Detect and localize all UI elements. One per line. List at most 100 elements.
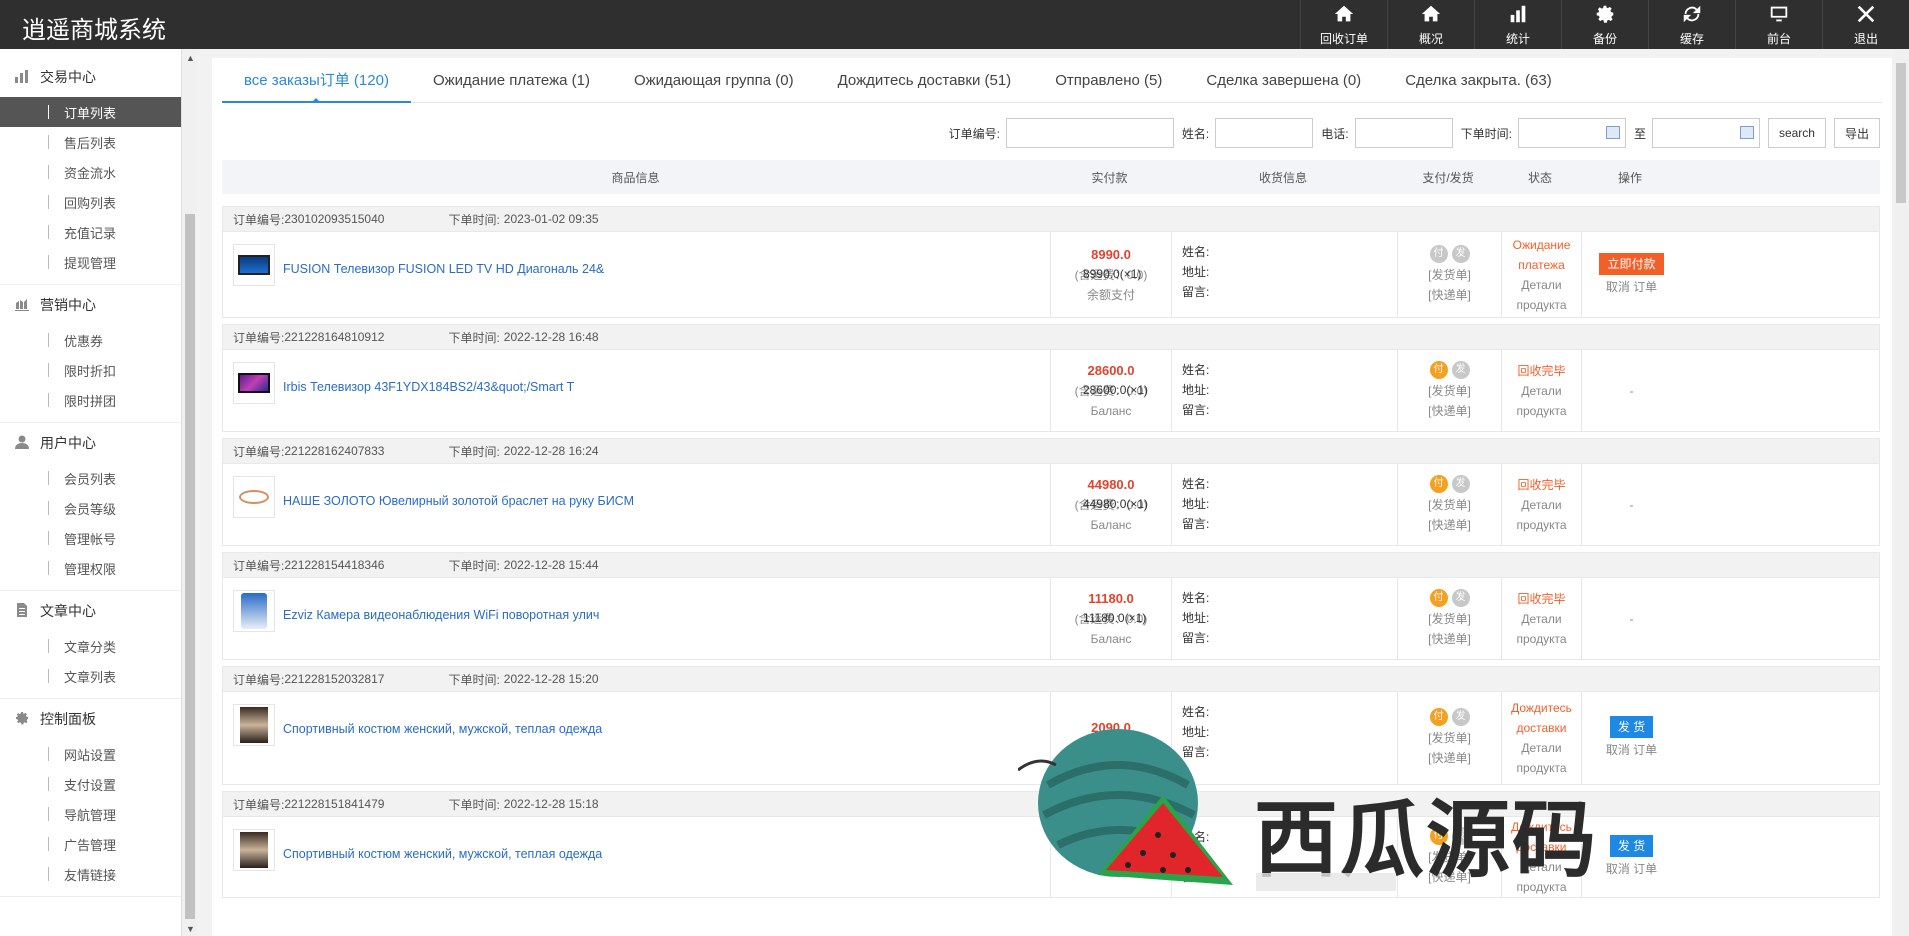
express-note-link[interactable]: [快递单] [1428, 401, 1471, 421]
ship-note-link[interactable]: [发货单] [1428, 495, 1471, 515]
receiver-name-label: 姓名: [1182, 245, 1210, 259]
product-details-link[interactable]: Детали продукта [1502, 609, 1581, 649]
order-action-link[interactable]: 取消 订单 [1606, 740, 1657, 760]
order-action-button[interactable]: 发 货 [1609, 716, 1654, 738]
scroll-down-icon[interactable]: ▼ [186, 924, 195, 934]
search-button[interactable]: search [1767, 118, 1826, 148]
order-action-link[interactable]: 取消 订单 [1606, 859, 1657, 879]
topnav-item-3[interactable]: 备份 [1561, 0, 1648, 49]
phone-input[interactable] [1354, 118, 1453, 148]
sidebar-item[interactable]: 文章分类 [0, 631, 181, 661]
topnav-item-1[interactable]: 概况 [1387, 0, 1474, 49]
sidebar-scroll-thumb[interactable] [185, 214, 195, 919]
product-name-link[interactable]: Спортивный костюм женский, мужской, тепл… [283, 847, 602, 861]
end-date-field[interactable] [1651, 118, 1760, 148]
tab-1[interactable]: Ожидание платежа (1) [411, 58, 612, 103]
ship-note-link[interactable]: [发货单] [1428, 728, 1471, 748]
product-details-link[interactable]: Детали продукта [1502, 857, 1581, 897]
tab-5[interactable]: Сделка завершена (0) [1184, 58, 1383, 103]
topnav-item-5[interactable]: 前台 [1735, 0, 1822, 49]
product-name-link[interactable]: НАШЕ ЗОЛОТО Ювелирный золотой браслет на… [283, 494, 634, 508]
product-thumbnail[interactable] [233, 590, 275, 632]
scroll-up-icon[interactable]: ▲ [186, 53, 195, 63]
sidebar-item[interactable]: 支付设置 [0, 769, 181, 799]
order-row: 订单编号: 230102093515040 下单时间: 2023-01-02 09:3… [222, 206, 1880, 318]
express-note-link[interactable]: [快递单] [1428, 629, 1471, 649]
sidebar-item[interactable]: 广告管理 [0, 829, 181, 859]
product-thumbnail[interactable] [233, 829, 275, 871]
order-action-button[interactable]: 立即付款 [1599, 252, 1664, 275]
tab-6[interactable]: Сделка закрыта. (63) [1383, 58, 1574, 103]
sidebar-item-label: 资金流水 [64, 165, 117, 181]
sidebar-scrollbar[interactable]: ▲ ▼ [183, 49, 197, 936]
sidebar-group-title[interactable]: 用户中心 [0, 423, 181, 463]
paid-amount: 2090.0 [1091, 720, 1131, 735]
sidebar-group-title[interactable]: 控制面板 [0, 699, 181, 739]
ship-note-link[interactable]: [发货单] [1428, 381, 1471, 401]
order-action-button[interactable]: 发 货 [1609, 835, 1654, 857]
order-row: 订单编号: 221228151841479 下单时间: 2022-12-28 15:1… [222, 791, 1880, 898]
sidebar-group-title[interactable]: 交易中心 [0, 57, 181, 97]
order-action-link[interactable]: 取消 订单 [1606, 277, 1657, 297]
topnav-item-2[interactable]: 统计 [1474, 0, 1561, 49]
product-thumbnail[interactable] [233, 704, 275, 746]
sidebar-item[interactable]: 导航管理 [0, 799, 181, 829]
topnav-item-4[interactable]: 缓存 [1648, 0, 1735, 49]
tab-0[interactable]: все заказы订单 (120) [222, 58, 411, 103]
ship-note-link[interactable]: [发货单] [1428, 609, 1471, 629]
sidebar-item[interactable]: 限时拼团 [0, 385, 181, 415]
tab-3[interactable]: Дождитесь доставки (51) [816, 58, 1034, 103]
sidebar-item[interactable]: 订单列表 [0, 97, 181, 127]
express-note-link[interactable]: [快递单] [1428, 515, 1471, 535]
name-input[interactable] [1215, 118, 1314, 148]
express-note-link[interactable]: [快递单] [1428, 748, 1471, 768]
product-details-link[interactable]: Детали продукта [1502, 738, 1581, 778]
product-name-link[interactable]: Спортивный костюм женский, мужской, тепл… [283, 722, 602, 736]
ship-note-link[interactable]: [发货单] [1428, 847, 1471, 867]
sidebar-item[interactable]: 网站设置 [0, 739, 181, 769]
sidebar-item[interactable]: 会员等级 [0, 493, 181, 523]
main-scrollbar[interactable] [1893, 49, 1909, 936]
sidebar-item[interactable]: 限时折扣 [0, 355, 181, 385]
sidebar-item[interactable]: 充值记录 [0, 217, 181, 247]
sidebar-item[interactable]: 管理权限 [0, 553, 181, 583]
product-details-link[interactable]: Детали продукта [1502, 495, 1581, 535]
sidebar-group-label: 营销中心 [40, 297, 96, 313]
product-thumbnail[interactable] [233, 244, 275, 286]
sidebar-group-title[interactable]: 文章中心 [0, 591, 181, 631]
sidebar-item[interactable]: 回购列表 [0, 187, 181, 217]
tab-4[interactable]: Отправлено (5) [1033, 58, 1184, 103]
order-action-link: - [1629, 611, 1634, 626]
product-details-link[interactable]: Детали продукта [1502, 275, 1581, 315]
sidebar-item[interactable]: 提现管理 [0, 247, 181, 277]
product-thumbnail[interactable] [233, 362, 275, 404]
sidebar-item[interactable]: 售后列表 [0, 127, 181, 157]
topnav-item-0[interactable]: 回收订单 [1300, 0, 1387, 49]
main-scroll-thumb[interactable] [1896, 63, 1906, 203]
product-name-link[interactable]: FUSION Телевизор FUSION LED TV HD Диагон… [283, 262, 604, 276]
tab-2[interactable]: Ожидающая группа (0) [612, 58, 816, 103]
order-no-input[interactable] [1005, 118, 1174, 148]
sidebar-item[interactable]: 会员列表 [0, 463, 181, 493]
export-button[interactable]: 导出 [1833, 118, 1880, 148]
sidebar-group-title[interactable]: 营销中心 [0, 285, 181, 325]
product-thumbnail[interactable] [233, 476, 275, 518]
sidebar-item-label: 订单列表 [64, 105, 117, 121]
express-note-link[interactable]: [快递单] [1428, 867, 1471, 887]
topnav-item-6[interactable]: 退出 [1822, 0, 1909, 49]
order-time-label: 下单时间: [448, 330, 500, 345]
express-note-link[interactable]: [快递单] [1428, 285, 1471, 305]
sidebar-item[interactable]: 文章列表 [0, 661, 181, 691]
sidebar-item[interactable]: 优惠券 [0, 325, 181, 355]
sidebar-item[interactable]: 资金流水 [0, 157, 181, 187]
sidebar-item[interactable]: 管理帐号 [0, 523, 181, 553]
product-name-link[interactable]: Ezviz Камера видеонаблюдения WiFi поворо… [283, 608, 599, 622]
sidebar-item[interactable]: 友情链接 [0, 859, 181, 889]
product-price: 2090.0(×1) [1083, 849, 1142, 863]
ship-note-link[interactable]: [发货单] [1428, 265, 1471, 285]
calendar-icon[interactable] [1605, 126, 1620, 139]
product-details-link[interactable]: Детали продукта [1502, 381, 1581, 421]
start-date-field[interactable] [1517, 118, 1626, 148]
product-name-link[interactable]: Irbis Телевизор 43F1YDX184BS2/43&quot;/S… [283, 380, 574, 394]
calendar-icon[interactable] [1739, 126, 1754, 139]
